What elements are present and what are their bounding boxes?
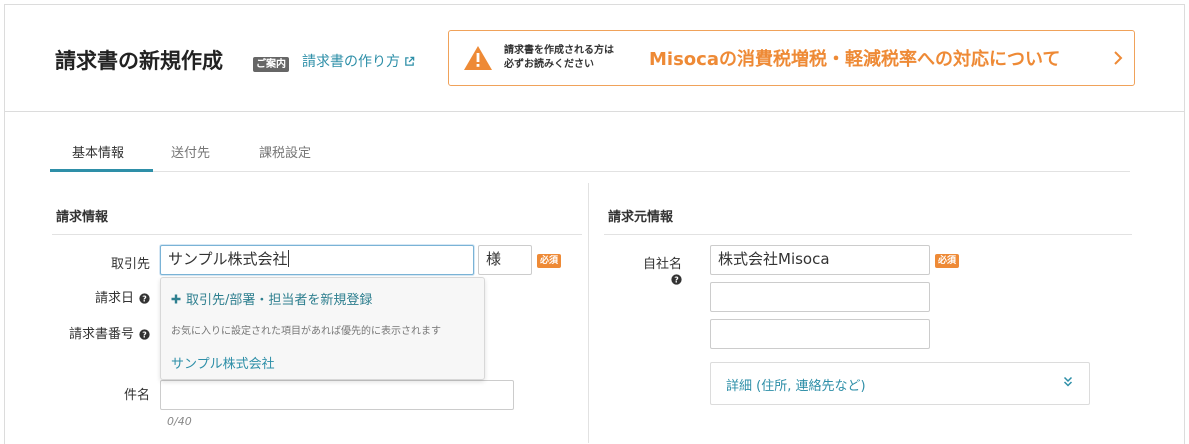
honorific-input[interactable]: 様 [478,245,532,275]
text-caret [287,250,289,267]
external-link-icon [405,56,415,66]
warning-icon [464,46,492,70]
svg-text:?: ? [142,294,147,303]
date-label-text: 請求日 [94,291,134,306]
company-name-label: 自社名? [630,253,682,287]
tax-notice-banner[interactable]: 請求書を作成される方は 必ずお読みください Misocaの消費税増税・軽減税率へ… [448,30,1135,86]
company-name-input[interactable]: 株式会社Misoca [710,245,930,275]
help-icon[interactable]: ? [139,293,150,304]
honorific-value: 様 [486,250,502,268]
active-tab-indicator [50,169,153,172]
svg-text:?: ? [674,275,679,284]
page-title: 請求書の新規作成 [55,49,223,73]
howto-link[interactable]: 請求書の作り方 [302,51,415,71]
client-option[interactable]: サンプル株式会社 [171,353,275,372]
client-autocomplete-dropdown: 取引先/部署・担当者を新規登録 お気に入りに設定された項目があれば優先的に表示さ… [160,277,485,380]
notice-small-text: 請求書を作成される方は 必ずお読みください [504,44,614,72]
favorites-note: お気に入りに設定された項目があれば優先的に表示されます [171,326,441,337]
detail-toggle-label: 詳細 (住所, 連絡先など) [726,379,866,394]
billing-section-title: 請求情報 [52,206,582,235]
client-required-badge: 必須 [537,254,562,268]
add-new-client-option[interactable]: 取引先/部署・担当者を新規登録 [171,289,372,308]
tab-shipping[interactable]: 送付先 [171,140,210,172]
svg-text:?: ? [142,330,147,339]
chevron-right-icon [1114,51,1123,65]
help-icon[interactable]: ? [671,274,682,285]
client-label: 取引先 [110,257,150,272]
double-chevron-down-icon [1063,376,1073,387]
company-line2-input[interactable] [710,282,930,312]
tab-tax-settings[interactable]: 課税設定 [259,140,311,172]
column-divider [588,183,589,443]
issuer-section-label: 請求元情報 [608,210,674,225]
issuer-section-title: 請求元情報 [604,206,1132,235]
notice-title: Misocaの消費税増税・軽減税率への対応について [649,49,1061,70]
tab-basic-info[interactable]: 基本情報 [72,140,124,172]
company-line3-input[interactable] [710,319,930,349]
company-name-label-text: 自社名 [642,257,682,272]
client-input-value: サンプル株式会社 [168,250,288,268]
company-required-badge: 必須 [935,254,960,268]
plus-icon [171,294,181,303]
help-icon[interactable]: ? [139,329,150,340]
notice-small-line2: 必ずお読みください [504,59,594,70]
add-new-client-label: 取引先/部署・担当者を新規登録 [186,293,373,308]
howto-link-label: 請求書の作り方 [302,54,400,70]
invoice-number-label: 請求書番号? [50,323,150,342]
form-tabs: 基本情報 送付先 課税設定 [50,140,1130,172]
date-label: 請求日? [80,287,150,306]
subject-char-counter: 0/40 [167,415,192,428]
subject-input[interactable] [160,380,514,410]
page-header: 請求書の新規作成 ご案内 請求書の作り方 請求書を作成される方は 必ずお読みくだ… [5,5,1184,112]
issuer-detail-toggle[interactable]: 詳細 (住所, 連絡先など) [710,362,1090,405]
company-name-value: 株式会社Misoca [718,250,830,268]
client-input[interactable]: サンプル株式会社 [160,245,474,275]
guide-badge: ご案内 [253,57,289,72]
subject-label: 件名 [123,388,150,403]
notice-small-line1: 請求書を作成される方は [504,45,614,56]
invoice-number-label-text: 請求書番号 [68,327,134,342]
billing-section-label: 請求情報 [56,210,109,225]
